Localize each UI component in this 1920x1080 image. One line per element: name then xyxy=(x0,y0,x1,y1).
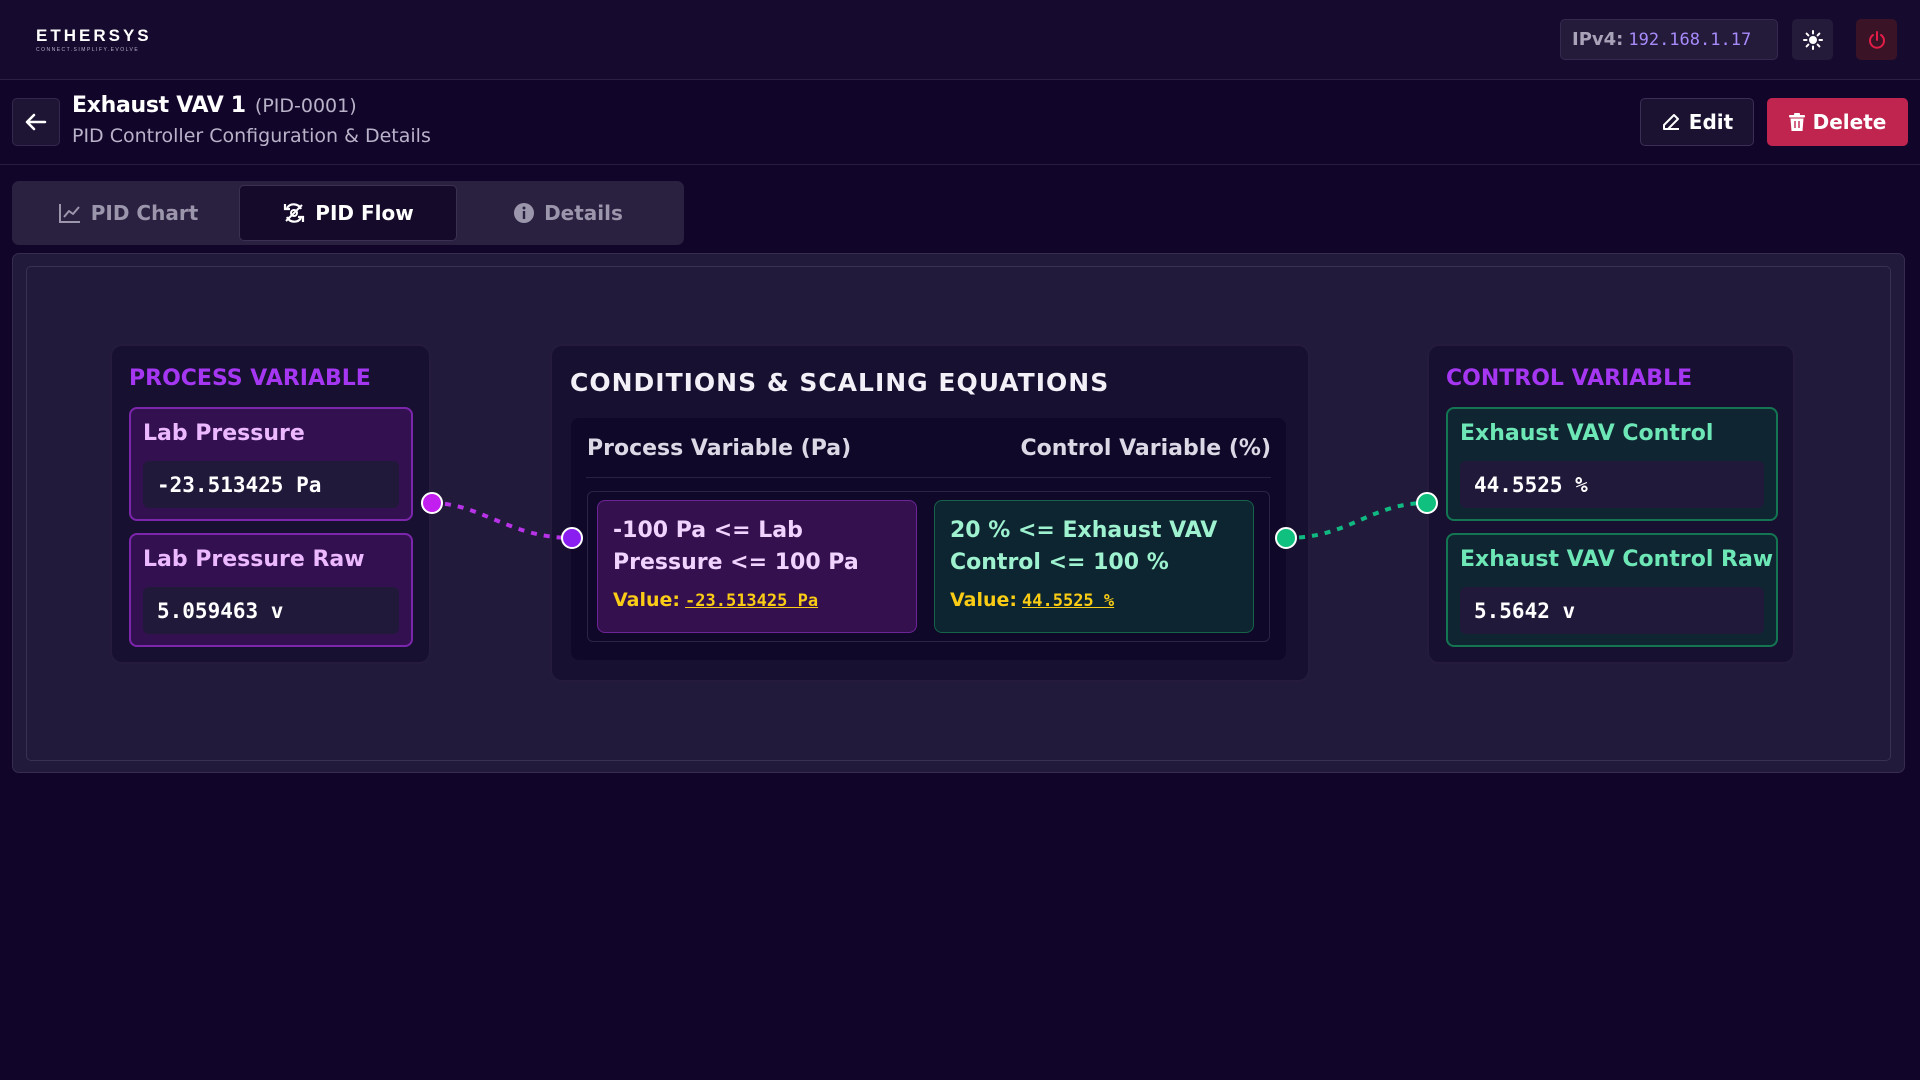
flow-connectors xyxy=(421,492,1438,549)
control-input-handle[interactable] xyxy=(1416,492,1438,514)
process-connector-line xyxy=(431,501,573,540)
control-output-handle[interactable] xyxy=(1275,527,1297,549)
control-connector-line xyxy=(1285,501,1428,540)
process-input-handle[interactable] xyxy=(561,527,583,549)
process-output-handle[interactable] xyxy=(421,492,443,514)
